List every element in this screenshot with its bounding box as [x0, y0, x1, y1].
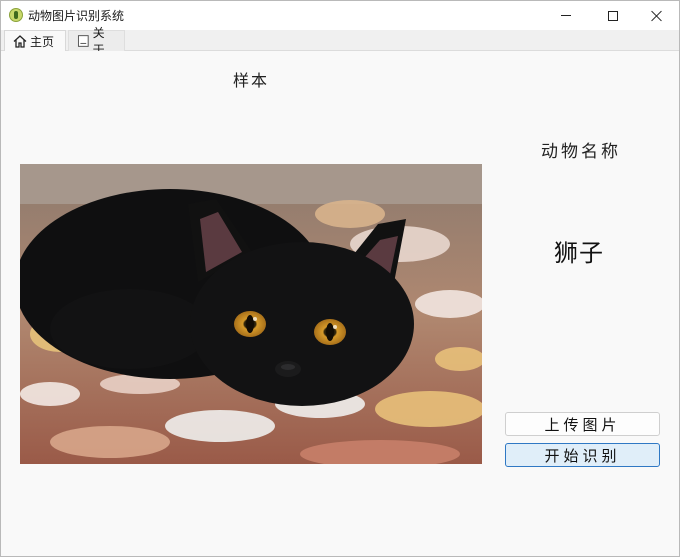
upload-image-button[interactable]: 上传图片 [505, 412, 660, 436]
result-value: 狮子 [554, 239, 604, 267]
minimize-icon [561, 15, 571, 16]
home-icon [13, 34, 27, 48]
minimize-button[interactable] [543, 1, 589, 30]
app-window: 动物图片识别系统 主页 关于 样本 动物名称 狮子 上传图片 开始识别 [0, 0, 680, 557]
close-icon [651, 10, 663, 22]
maximize-icon [608, 10, 618, 21]
cat-photo [20, 164, 482, 464]
tab-about[interactable]: 关于 [68, 26, 125, 57]
result-title: 动物名称 [541, 142, 621, 162]
main-panel: 样本 动物名称 狮子 上传图片 开始识别 [1, 51, 679, 556]
window-title: 动物图片识别系统 [28, 9, 125, 23]
maximize-button[interactable] [590, 1, 636, 30]
app-leaf-icon [9, 8, 23, 22]
close-button[interactable] [634, 1, 680, 30]
sample-label: 样本 [233, 71, 270, 90]
sample-image [20, 164, 482, 464]
tab-home[interactable]: 主页 [4, 30, 66, 51]
start-recognition-button[interactable]: 开始识别 [505, 443, 660, 467]
document-icon [77, 35, 89, 47]
tab-home-label: 主页 [30, 34, 55, 49]
tab-bar: 主页 关于 [1, 26, 679, 57]
